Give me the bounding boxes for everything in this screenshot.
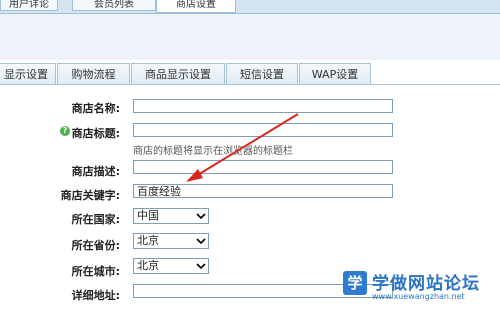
watermark-logo: 学 [343, 271, 367, 295]
watermark-url: www.xuewangzhan.net [372, 292, 465, 301]
watermark-title: 学做网站论坛 [372, 274, 480, 294]
annotation-arrow [186, 113, 299, 182]
